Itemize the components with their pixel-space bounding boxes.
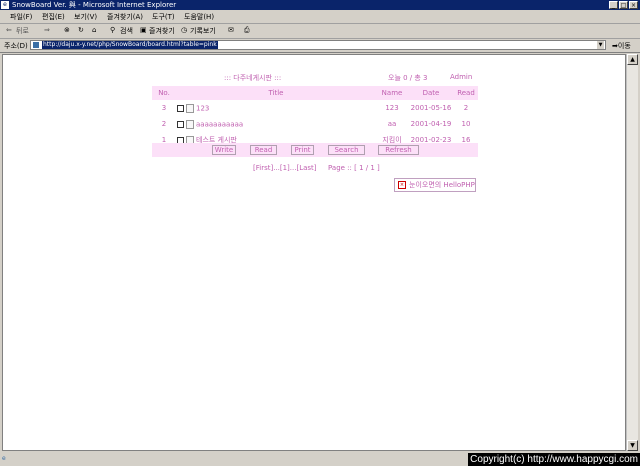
maximize-button[interactable]: □ (619, 1, 628, 9)
favorites-label[interactable]: 즐겨찾기 (149, 26, 175, 36)
menu-bar: 파일(F) 편집(E) 보기(V) 즐겨찾기(A) 도구(T) 도움말(H) (0, 10, 640, 24)
print-button[interactable]: Print (291, 145, 314, 155)
row-read: 10 (461, 120, 471, 128)
history-label[interactable]: 기록보기 (190, 26, 216, 36)
window-title: SnowBoard Ver. 與 - Microsoft Internet Ex… (12, 1, 177, 9)
row-date: 2001-04-19 (410, 120, 452, 128)
home-icon[interactable]: ⌂ (92, 26, 96, 34)
board-table: No. Title Name Date Read 3 123 123 2001-… (152, 86, 478, 148)
back-label[interactable]: 뒤로 (16, 26, 29, 36)
page-count: Page :: [ 1 / 1 ] (328, 164, 380, 172)
back-arrow-icon[interactable]: ⇐ (6, 26, 12, 34)
document-icon (186, 103, 194, 113)
col-read: Read (454, 86, 478, 100)
address-url[interactable]: http://daju.x-y.net/php/SnowBoard/board.… (42, 41, 218, 49)
menu-favorites[interactable]: 즐겨찾기(A) (107, 12, 143, 22)
search-label[interactable]: 검색 (120, 26, 133, 36)
refresh-button[interactable]: Refresh (378, 145, 419, 155)
row-title-link[interactable]: aaaaaaaaaaa (196, 120, 243, 128)
hellophp-banner[interactable]: × 눈이오면의 HelloPHP (394, 178, 476, 192)
document-icon (186, 119, 194, 129)
toolbar: ⇐ 뒤로 ⇒ ⊗ ↻ ⌂ ⚲ 검색 ▣ 즐겨찾기 ◷ 기록보기 ✉ ⎙ (0, 24, 640, 39)
print-icon[interactable]: ⎙ (244, 26, 250, 35)
chevron-down-icon[interactable]: ▼ (597, 41, 604, 49)
menu-file[interactable]: 파일(F) (10, 12, 32, 22)
go-label: 이동 (617, 42, 631, 50)
close-button[interactable]: × (629, 1, 638, 9)
scroll-down-icon[interactable]: ▼ (627, 440, 638, 451)
row-checkbox[interactable] (177, 104, 184, 112)
mail-icon[interactable]: ✉ (228, 26, 234, 34)
history-icon[interactable]: ◷ (181, 26, 187, 34)
row-no: 3 (161, 104, 167, 112)
broken-image-icon: × (398, 181, 406, 189)
menu-edit[interactable]: 편집(E) (42, 12, 65, 22)
row-title-link[interactable]: 123 (196, 104, 209, 112)
pager-links[interactable]: [First]...[1]...[Last] (253, 164, 317, 172)
col-no: No. (152, 86, 176, 100)
row-no: 2 (161, 120, 167, 128)
table-row: 3 123 123 2001-05-16 2 (152, 100, 478, 116)
board-title: ::: 다주네게시판 ::: (224, 74, 282, 82)
go-button[interactable]: ➡이동 (612, 41, 631, 51)
col-date: Date (408, 86, 454, 100)
scroll-up-icon[interactable]: ▲ (627, 54, 638, 65)
hellophp-label: 눈이오면의 HelloPHP (409, 181, 475, 189)
search-icon[interactable]: ⚲ (110, 26, 115, 34)
minimize-button[interactable]: _ (609, 1, 618, 9)
row-name: aa (387, 120, 397, 128)
write-button[interactable]: Write (212, 145, 236, 155)
col-name: Name (376, 86, 408, 100)
address-bar: 주소(D) http://daju.x-y.net/php/SnowBoard/… (0, 38, 640, 53)
address-label: 주소(D) (4, 42, 28, 50)
copyright-text: Copyright(c) http://www.happycgi.com (468, 453, 640, 466)
vertical-scrollbar[interactable]: ▲ ▼ (626, 54, 638, 451)
row-read: 2 (463, 104, 469, 112)
address-input[interactable]: http://daju.x-y.net/php/SnowBoard/board.… (30, 40, 606, 50)
stop-icon[interactable]: ⊗ (64, 26, 70, 34)
admin-link[interactable]: Admin (450, 73, 472, 81)
forward-arrow-icon[interactable]: ⇒ (44, 26, 50, 34)
ie-status-icon: e (2, 455, 6, 462)
status-bar: e Copyright(c) http://www.happycgi.com (0, 453, 640, 466)
search-button[interactable]: Search (328, 145, 365, 155)
board-count: 오늘 0 / 총 3 (388, 74, 428, 82)
menu-view[interactable]: 보기(V) (74, 12, 97, 22)
board-button-bar: Write Read Print Search Refresh (152, 143, 478, 157)
row-checkbox[interactable] (177, 120, 184, 128)
row-date: 2001-05-16 (410, 104, 452, 112)
row-name: 123 (385, 104, 399, 112)
col-title: Title (176, 86, 376, 100)
page-icon (33, 42, 39, 48)
ie-icon: e (1, 1, 9, 9)
title-bar: e SnowBoard Ver. 與 - Microsoft Internet … (0, 0, 640, 10)
refresh-icon[interactable]: ↻ (78, 26, 84, 34)
read-button[interactable]: Read (250, 145, 277, 155)
menu-help[interactable]: 도움말(H) (184, 12, 214, 22)
favorites-icon[interactable]: ▣ (140, 26, 147, 34)
table-row: 2 aaaaaaaaaaa aa 2001-04-19 10 (152, 116, 478, 132)
menu-tools[interactable]: 도구(T) (152, 12, 175, 22)
